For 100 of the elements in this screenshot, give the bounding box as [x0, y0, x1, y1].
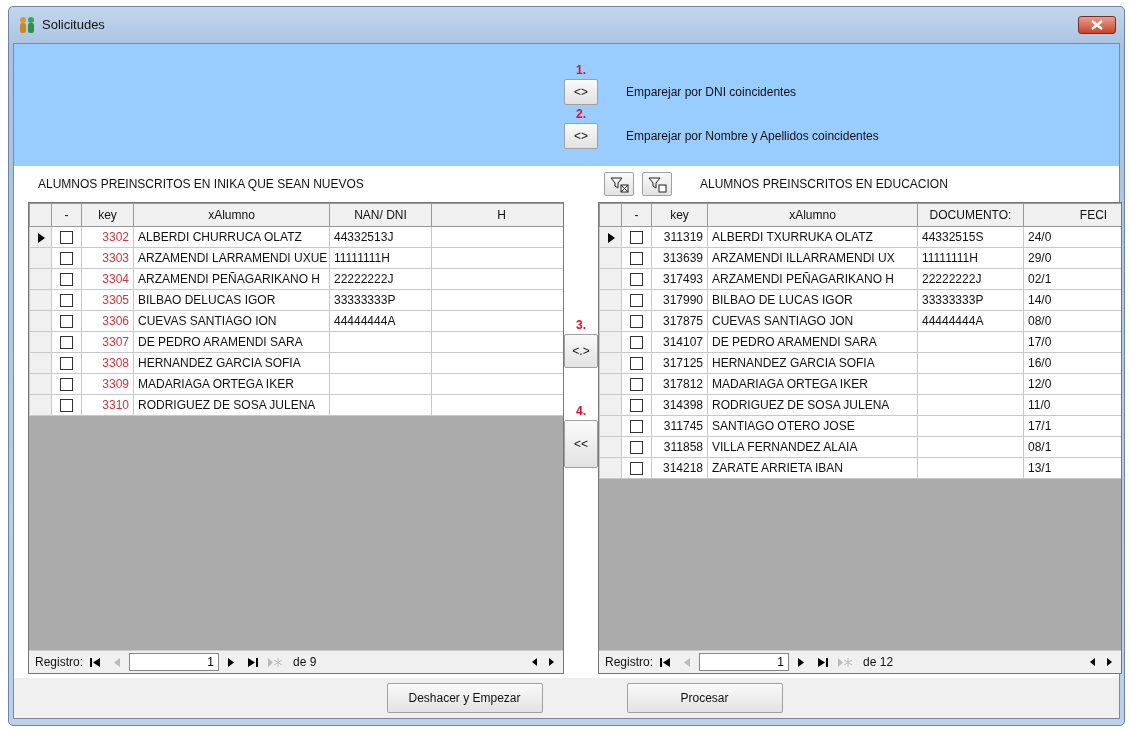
table-cell: CUEVAS SANTIAGO JON: [707, 310, 918, 332]
section-title: ALUMNOS PREINSCRITOS EN EDUCACION: [700, 176, 948, 193]
filter-icon: [647, 175, 667, 193]
section-title: ALUMNOS PREINSCRITOS EN INIKA QUE SEAN NUEVOS: [38, 176, 364, 193]
checkbox[interactable]: [60, 252, 73, 266]
checkbox[interactable]: [630, 441, 643, 455]
checkbox[interactable]: [630, 462, 643, 476]
column-header: key: [81, 203, 134, 227]
column-header: NAN/ DNI: [329, 203, 432, 227]
checkbox[interactable]: [60, 336, 73, 350]
checkbox[interactable]: [60, 378, 73, 392]
table-cell: 311319: [651, 226, 708, 248]
last-icon: [818, 657, 829, 667]
checkbox[interactable]: [60, 357, 73, 371]
checkbox[interactable]: [630, 315, 643, 329]
filter-clear-icon: [609, 175, 629, 193]
close-button[interactable]: [1078, 16, 1116, 34]
table-cell: VILLA FERNANDEZ ALAIA: [707, 436, 918, 458]
record-field[interactable]: 1: [699, 653, 790, 671]
row-selector[interactable]: [29, 226, 52, 248]
checkbox[interactable]: [60, 231, 73, 245]
table-cell: 44332513J: [329, 226, 432, 248]
table-cell: 313639: [651, 247, 708, 269]
table-cell: 311745: [651, 415, 708, 437]
transfer-button[interactable]: <.>: [564, 334, 598, 368]
table-cell: MADARIAGA ORTEGA IKER: [133, 373, 330, 395]
previous-icon: [684, 657, 691, 667]
table-cell: 11111111H: [329, 247, 432, 269]
table-cell: ZARATE ARRIETA IBAN: [707, 457, 918, 479]
table-cell: 44444444A: [329, 310, 432, 332]
reset-button[interactable]: Deshacer y Empezar: [386, 683, 543, 713]
table-cell: 33333333P: [329, 289, 432, 311]
process-button[interactable]: Procesar: [626, 683, 783, 713]
column-header: DOCUMENTO:: [917, 203, 1024, 227]
checkbox[interactable]: [630, 399, 643, 413]
table-cell: DE PEDRO ARAMENDI SARA: [133, 331, 330, 353]
table-cell: ARZAMENDI PEÑAGARIKANO H: [707, 268, 918, 290]
table-cell: 3302: [81, 226, 134, 248]
column-header: -: [621, 203, 652, 227]
table-cell: CUEVAS SANTIAGO ION: [133, 310, 330, 332]
row-selector[interactable]: [599, 226, 622, 248]
navigator-label: Registro:: [35, 654, 84, 671]
match-button[interactable]: <>: [564, 123, 598, 149]
column-header: FECI: [1023, 203, 1121, 227]
row-selector-header: [29, 203, 52, 227]
checkbox[interactable]: [630, 294, 643, 308]
table-cell: ARZAMENDI LARRAMENDI UXUE: [133, 247, 330, 269]
checkbox[interactable]: [60, 294, 73, 308]
checkbox[interactable]: [60, 315, 73, 329]
column-header: xAlumno: [707, 203, 918, 227]
table-cell: 3307: [81, 331, 134, 353]
table-cell: 317493: [651, 268, 708, 290]
checkbox[interactable]: [630, 378, 643, 392]
next-icon: [228, 657, 235, 667]
last-icon: [248, 657, 259, 667]
column-header: key: [651, 203, 708, 227]
table-cell: 311858: [651, 436, 708, 458]
transfer-button[interactable]: <<: [564, 420, 598, 468]
table-cell: ARZAMENDI PEÑAGARIKANO H: [133, 268, 330, 290]
column-header: H: [431, 203, 563, 227]
checkbox[interactable]: [630, 420, 643, 434]
table-cell: 317875: [651, 310, 708, 332]
table-cell: ALBERDI CHURRUCA OLATZ: [133, 226, 330, 248]
table-cell: 11111111H: [917, 247, 1024, 269]
checkbox[interactable]: [630, 273, 643, 287]
people-icon: [17, 16, 37, 35]
checkbox[interactable]: [60, 399, 73, 413]
first-icon: [660, 657, 671, 667]
window-title: Solicitudes: [42, 16, 105, 35]
first-icon: [90, 657, 101, 667]
table-cell: ALBERDI TXURRUKA OLATZ: [707, 226, 918, 248]
table-cell: 3309: [81, 373, 134, 395]
table-cell: 314107: [651, 331, 708, 353]
table-cell: HERNANDEZ GARCIA SOFIA: [133, 352, 330, 374]
table-cell: 314218: [651, 457, 708, 479]
table-cell: 3310: [81, 394, 134, 416]
navigator-label: Registro:: [605, 654, 654, 671]
new-record-icon: [268, 657, 283, 667]
checkbox[interactable]: [630, 336, 643, 350]
table-cell: 3305: [81, 289, 134, 311]
checkbox[interactable]: [630, 252, 643, 266]
match-button[interactable]: <>: [564, 79, 598, 105]
filter-button[interactable]: [604, 172, 634, 196]
table-cell: 3308: [81, 352, 134, 374]
table-cell: 22222222J: [917, 268, 1024, 290]
record-count: de 12: [863, 654, 894, 671]
checkbox[interactable]: [630, 231, 643, 245]
table-cell: BILBAO DE LUCAS IGOR: [707, 289, 918, 311]
step-number: 4.: [576, 403, 586, 420]
table-cell: ARZAMENDI ILLARRAMENDI UX: [707, 247, 918, 269]
column-header: -: [51, 203, 82, 227]
checkbox[interactable]: [60, 273, 73, 287]
table-cell: RODRIGUEZ DE SOSA JULENA: [707, 394, 918, 416]
step-label: Emparejar por DNI coincidentes: [626, 84, 797, 101]
checkbox[interactable]: [630, 357, 643, 371]
table-cell: 3303: [81, 247, 134, 269]
step-number: 2.: [576, 106, 586, 123]
record-field[interactable]: 1: [129, 653, 220, 671]
table-cell: 317125: [651, 352, 708, 374]
table-cell: BILBAO DELUCAS IGOR: [133, 289, 330, 311]
